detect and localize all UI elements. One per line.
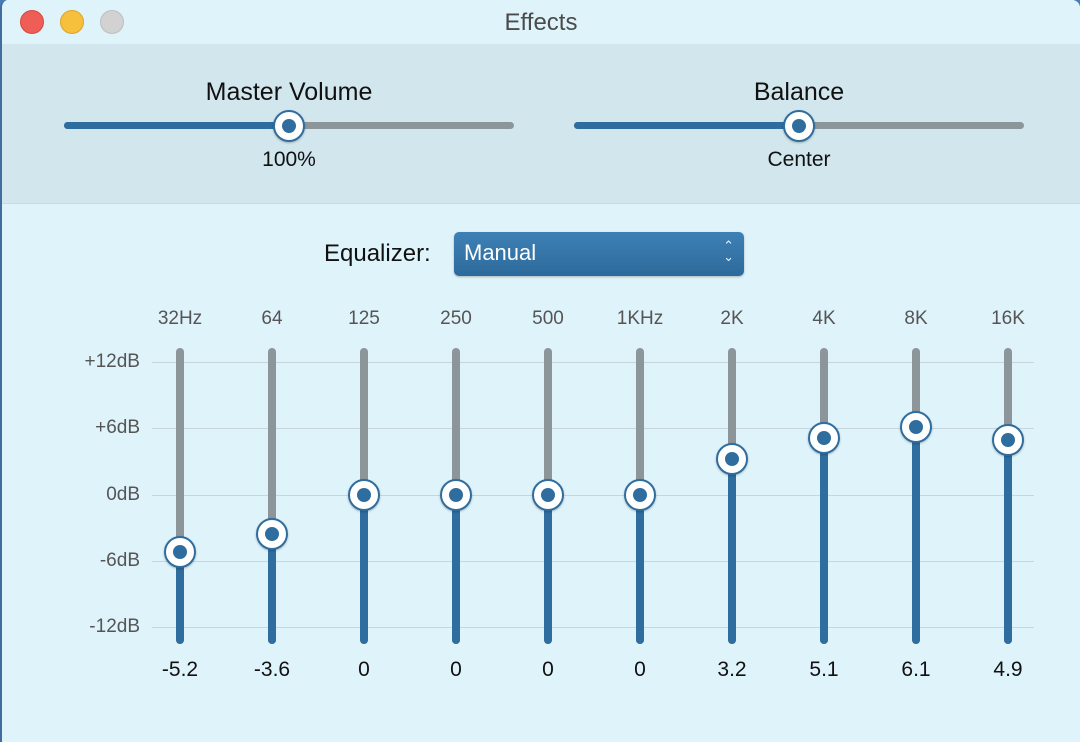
eq-band: 500 0: [502, 300, 594, 700]
db-scale-label: +6dB: [95, 417, 140, 439]
eq-band-knob[interactable]: [624, 478, 656, 511]
master-volume-label: Master Volume: [205, 78, 373, 106]
eq-band: 1KHz 0: [594, 300, 686, 700]
eq-band-knob[interactable]: [256, 518, 288, 551]
eq-band-frequency: 32Hz: [157, 308, 203, 329]
eq-band-fill: [636, 494, 644, 644]
eq-band-value: 3.2: [717, 658, 747, 681]
eq-band: 2K 3.2: [686, 300, 778, 700]
equalizer-label: Equalizer:: [324, 240, 431, 267]
eq-band-knob[interactable]: [532, 478, 564, 511]
eq-band: 125 0: [318, 300, 410, 700]
eq-band-knob[interactable]: [900, 411, 932, 444]
equalizer-preset-select[interactable]: Manual ⌃ ⌄: [454, 232, 744, 276]
eq-band-frequency: 64: [261, 308, 283, 329]
eq-band-knob[interactable]: [716, 443, 748, 476]
updown-chevron-icon: ⌃ ⌄: [723, 238, 734, 264]
eq-band: 16K 4.9: [962, 300, 1054, 700]
balance-knob[interactable]: [783, 110, 815, 142]
master-volume-knob[interactable]: [273, 110, 305, 142]
eq-band-fill: [912, 427, 920, 644]
balance-label: Balance: [753, 78, 845, 106]
eq-band-knob[interactable]: [348, 478, 380, 511]
effects-window: Effects Master Volume 100% Balance Cente…: [0, 0, 1080, 742]
eq-band-value: 0: [634, 658, 646, 681]
eq-band-fill: [452, 494, 460, 644]
eq-band-frequency: 2K: [720, 308, 744, 329]
eq-band-frequency: 500: [532, 308, 564, 329]
eq-band: 250 0: [410, 300, 502, 700]
eq-band-value: -5.2: [161, 658, 199, 681]
eq-band-fill: [544, 494, 552, 644]
eq-band: 8K 6.1: [870, 300, 962, 700]
equalizer-preset-row: Equalizer: Manual ⌃ ⌄: [2, 232, 1080, 276]
title-bar[interactable]: Effects: [2, 0, 1080, 44]
master-volume-group: Master Volume 100%: [64, 44, 514, 204]
eq-band-frequency: 1KHz: [616, 308, 664, 329]
eq-band-knob[interactable]: [992, 424, 1024, 457]
eq-band-frequency: 16K: [991, 308, 1025, 329]
top-controls-panel: Master Volume 100% Balance Center: [2, 44, 1080, 204]
eq-band-value: 0: [358, 658, 370, 681]
eq-band-track[interactable]: [820, 348, 828, 644]
eq-band-frequency: 250: [440, 308, 472, 329]
eq-band-fill: [820, 438, 828, 644]
eq-band-frequency: 4K: [812, 308, 836, 329]
equalizer-bands: +12dB +6dB 0dB -6dB -12dB 32Hz -5.2 64 -3.6 125 0 2…: [2, 300, 1080, 700]
eq-band-value: 0: [542, 658, 554, 681]
eq-band-track[interactable]: [1004, 348, 1012, 644]
eq-band-value: 6.1: [901, 658, 931, 681]
master-volume-value: 100%: [262, 148, 316, 171]
eq-band-fill: [268, 534, 276, 644]
eq-band-value: 0: [450, 658, 462, 681]
eq-band: 4K 5.1: [778, 300, 870, 700]
db-scale-label: -6dB: [99, 549, 140, 571]
eq-band-track[interactable]: [268, 348, 276, 644]
eq-band-frequency: 125: [348, 308, 380, 329]
db-scale-label: -12dB: [89, 616, 140, 637]
eq-band-value: 5.1: [809, 658, 839, 681]
eq-band-fill: [1004, 440, 1012, 644]
eq-band-frequency: 8K: [904, 308, 928, 329]
master-volume-fill: [64, 122, 289, 129]
eq-band-knob[interactable]: [440, 478, 472, 511]
balance-group: Balance Center: [574, 44, 1024, 204]
db-scale-label: +12dB: [84, 351, 140, 372]
eq-band-track[interactable]: [728, 348, 736, 644]
balance-value: Center: [767, 148, 831, 171]
eq-band-knob[interactable]: [164, 535, 196, 568]
eq-band-fill: [728, 459, 736, 644]
eq-band: 64 -3.6: [226, 300, 318, 700]
window-title: Effects: [504, 9, 578, 36]
balance-fill: [574, 122, 799, 129]
eq-band-fill: [360, 494, 368, 644]
eq-band-track[interactable]: [912, 348, 920, 644]
eq-band-knob[interactable]: [808, 422, 840, 455]
equalizer-preset-value: Manual: [464, 240, 537, 265]
eq-band-value: 4.9: [993, 658, 1023, 681]
eq-band: 32Hz -5.2: [134, 300, 226, 700]
db-scale-label: 0dB: [106, 483, 140, 505]
eq-band-track[interactable]: [176, 348, 184, 644]
eq-band-value: -3.6: [253, 658, 291, 681]
